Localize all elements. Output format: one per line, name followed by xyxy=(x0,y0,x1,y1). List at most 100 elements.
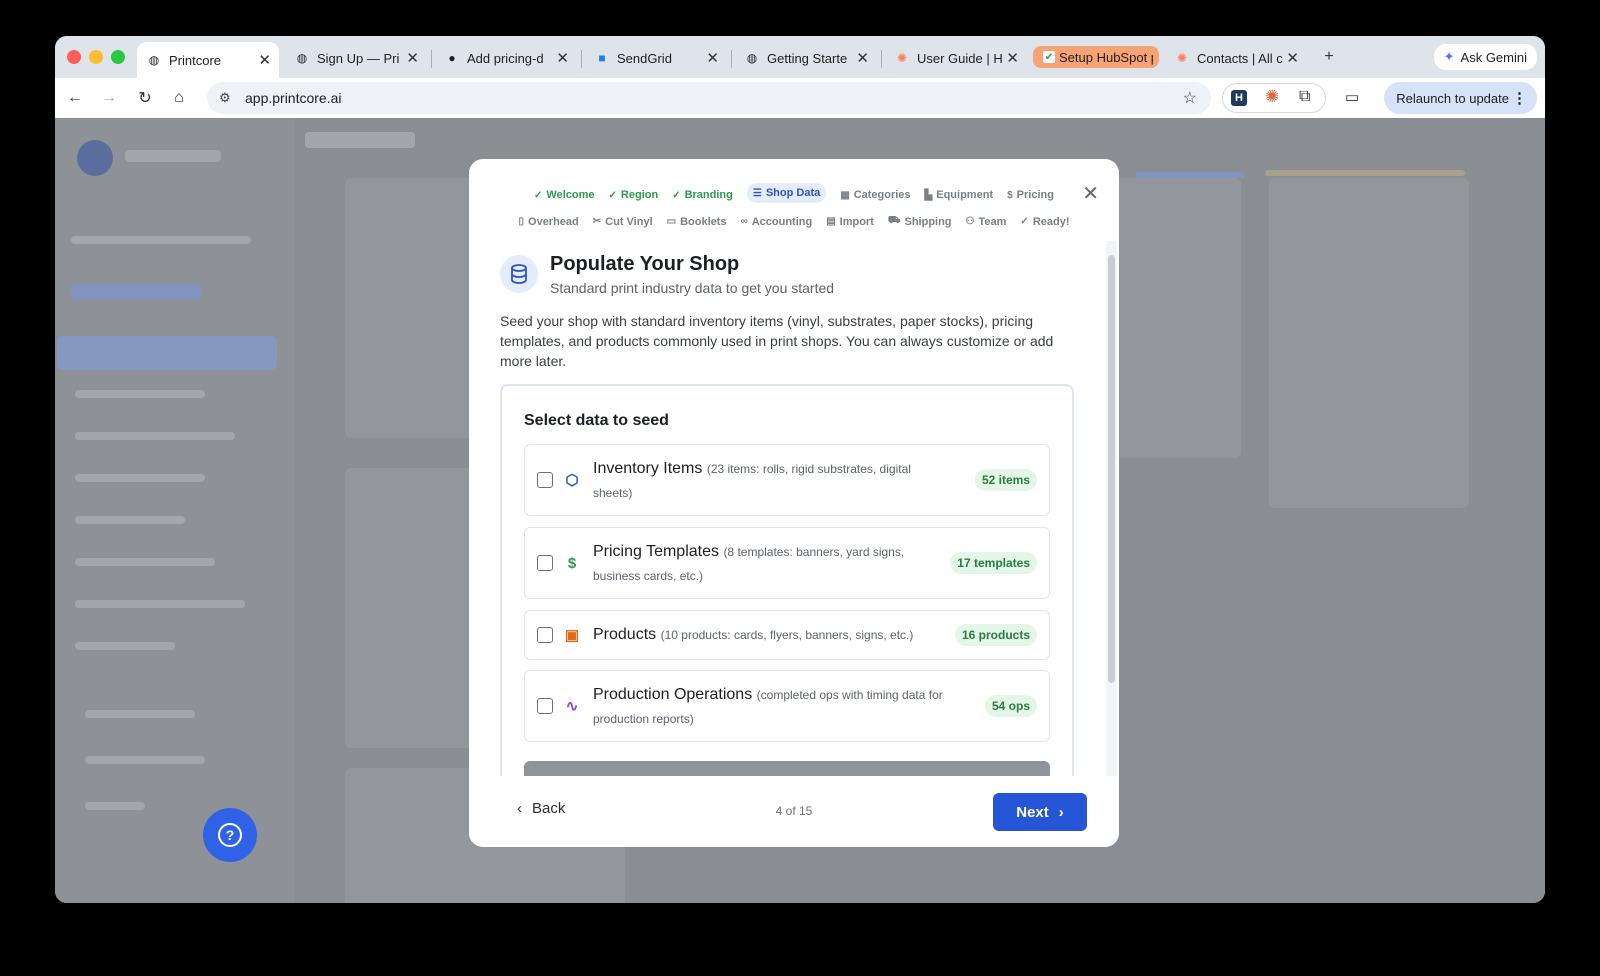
globe-icon: ◍ xyxy=(746,51,758,65)
address-bar[interactable]: ⚙ app.printcore.ai ☆ xyxy=(207,82,1211,114)
option-label: Production Operations (completed ops wit… xyxy=(593,683,973,731)
globe-icon: ◍ xyxy=(148,53,160,67)
globe-icon: ◍ xyxy=(296,51,308,65)
activity-icon: ∿ xyxy=(565,698,579,715)
next-label: Next xyxy=(1016,803,1049,821)
option-name: Production Operations xyxy=(593,686,753,703)
box-icon: ⬡ xyxy=(565,472,579,489)
step-overhead[interactable]: ▯ Overhead xyxy=(519,215,579,228)
option-products[interactable]: ▣ Products (10 products: cards, flyers, … xyxy=(524,610,1050,660)
new-tab-button[interactable]: + xyxy=(1317,45,1341,69)
book-icon: ▭ xyxy=(666,216,677,227)
close-icon[interactable]: ✕ xyxy=(706,49,719,67)
production-operations-checkbox[interactable] xyxy=(537,698,553,714)
tab-title: Contacts | All c xyxy=(1197,50,1283,66)
step-pricing[interactable]: $ Pricing xyxy=(1007,187,1054,203)
kebab-menu-icon[interactable]: ⋮ xyxy=(1512,89,1527,107)
products-checkbox[interactable] xyxy=(537,627,553,643)
tab-title: Getting Starte xyxy=(767,50,848,66)
option-production-operations[interactable]: ∿ Production Operations (completed ops w… xyxy=(524,670,1050,742)
close-icon[interactable]: ✕ xyxy=(406,49,419,67)
step-categories[interactable]: ▦ Categories xyxy=(840,187,910,203)
close-window-button[interactable] xyxy=(67,50,81,64)
browser-window: ◍ Printcore ✕ ◍ Sign Up — Pri ✕ ● Add pr… xyxy=(55,36,1545,903)
close-icon[interactable]: ✕ xyxy=(856,49,869,67)
pricing-templates-checkbox[interactable] xyxy=(537,555,553,571)
site-settings-icon[interactable]: ⚙ xyxy=(219,90,231,106)
next-section-bar xyxy=(524,761,1050,776)
help-button[interactable]: ? xyxy=(203,808,257,862)
relaunch-label: Relaunch to update xyxy=(1396,90,1509,106)
option-label: Inventory Items (23 items: rolls, rigid … xyxy=(593,457,933,505)
gemini-sparkle-icon: ✦ xyxy=(1443,49,1455,64)
reload-icon[interactable]: ↻ xyxy=(133,86,157,110)
ask-gemini-button[interactable]: ✦ Ask Gemini xyxy=(1433,44,1537,70)
step-equipment[interactable]: ▙ Equipment xyxy=(925,187,994,203)
zoom-window-button[interactable] xyxy=(111,50,125,64)
tab-getting-started[interactable]: ◍ Getting Starte ✕ xyxy=(735,42,877,74)
truck-icon: ⛟ xyxy=(887,215,901,226)
step-accounting[interactable]: ∞ Accounting xyxy=(741,215,813,228)
step-region[interactable]: ✓ Region xyxy=(609,187,659,203)
check-circle-icon: ✓ xyxy=(672,189,681,201)
option-inventory-items[interactable]: ⬡ Inventory Items (23 items: rolls, rigi… xyxy=(524,444,1050,516)
step-team[interactable]: ⚇ Team xyxy=(966,215,1007,228)
cast-search-icon[interactable]: ▭ xyxy=(1345,88,1359,106)
tab-title: Add pricing-d xyxy=(467,50,544,66)
grid-icon: ▦ xyxy=(840,189,850,201)
option-pricing-templates[interactable]: $ Pricing Templates (8 templates: banner… xyxy=(524,527,1050,599)
forward-arrow-icon[interactable]: → xyxy=(97,86,121,110)
step-import[interactable]: ▤ Import xyxy=(826,215,874,228)
dollar-icon: $ xyxy=(1007,189,1013,201)
bookmark-star-icon[interactable]: ☆ xyxy=(1183,88,1197,108)
option-name: Inventory Items xyxy=(593,460,703,477)
tab-contacts[interactable]: ✺ Contacts | All c ✕ xyxy=(1165,42,1307,74)
puzzle-extensions-icon[interactable]: ⧉ xyxy=(1299,88,1310,106)
close-icon[interactable]: ✕ xyxy=(1082,181,1099,206)
step-branding[interactable]: ✓ Branding xyxy=(672,187,733,203)
tab-github[interactable]: ● Add pricing-d ✕ xyxy=(435,42,577,74)
step-ready[interactable]: ✓ Ready! xyxy=(1020,215,1069,228)
option-label: Products (10 products: cards, flyers, ba… xyxy=(593,623,953,647)
back-arrow-icon[interactable]: ← xyxy=(63,86,87,110)
tab-sendgrid[interactable]: ■ SendGrid ✕ xyxy=(585,42,727,74)
step-welcome[interactable]: ✓ Welcome xyxy=(534,187,594,203)
step-shipping[interactable]: ⛟ Shipping xyxy=(888,215,952,228)
ask-gemini-label: Ask Gemini xyxy=(1460,49,1527,65)
bag-icon: ▣ xyxy=(564,627,580,644)
count-badge: 17 templates xyxy=(950,552,1037,574)
tab-printcore[interactable]: ◍ Printcore ✕ xyxy=(137,42,279,78)
close-icon[interactable]: ✕ xyxy=(258,51,271,69)
claude-extension-icon[interactable]: ✺ xyxy=(1265,87,1279,107)
count-badge: 52 items xyxy=(974,469,1037,491)
extension-h-icon[interactable]: H xyxy=(1231,90,1247,106)
factory-icon: ▙ xyxy=(924,189,933,201)
close-icon[interactable]: ✕ xyxy=(1006,49,1019,67)
minimize-window-button[interactable] xyxy=(89,50,103,64)
extensions-group: H ✺ ⧉ xyxy=(1222,83,1326,113)
next-button[interactable]: Next › xyxy=(993,793,1087,831)
inventory-items-checkbox[interactable] xyxy=(537,472,553,488)
tab-signup[interactable]: ◍ Sign Up — Pri ✕ xyxy=(285,42,427,74)
steps-row-2: ▯ Overhead ✂ Cut Vinyl ▭ Booklets ∞ Accounti… xyxy=(469,215,1119,228)
url-text: app.printcore.ai xyxy=(245,90,342,106)
description: Seed your shop with standard inventory i… xyxy=(500,313,1054,369)
close-icon[interactable]: ✕ xyxy=(556,49,569,67)
page-title: Populate Your Shop xyxy=(550,253,740,275)
home-icon[interactable]: ⌂ xyxy=(167,86,191,110)
scissors-icon: ✂ xyxy=(592,216,602,227)
close-icon[interactable]: ✕ xyxy=(1286,49,1299,67)
relaunch-to-update-button[interactable]: Relaunch to update ⋮ xyxy=(1384,82,1537,114)
tab-user-guide[interactable]: ✺ User Guide | H ✕ xyxy=(885,42,1027,74)
step-shop-data[interactable]: ☰ Shop Data xyxy=(746,183,827,203)
seed-card: Select data to seed ⬡ Inventory Items (2… xyxy=(500,384,1074,776)
step-booklets[interactable]: ▭ Booklets xyxy=(667,215,727,228)
tab-title: Sign Up — Pri xyxy=(317,50,400,66)
tab-title: Printcore xyxy=(169,52,222,68)
link-icon: ∞ xyxy=(740,216,748,227)
browser-toolbar: ← → ↻ ⌂ ⚙ app.printcore.ai ☆ H ✺ ⧉ ▭ B R… xyxy=(55,78,1545,118)
tab-group-setup-hubspot[interactable]: ✔ Setup HubSpot pi xyxy=(1033,46,1159,68)
step-cut-vinyl[interactable]: ✂ Cut Vinyl xyxy=(593,215,653,228)
check-circle-icon: ✓ xyxy=(1020,216,1029,227)
option-note: (10 products: cards, flyers, banners, si… xyxy=(660,628,914,642)
